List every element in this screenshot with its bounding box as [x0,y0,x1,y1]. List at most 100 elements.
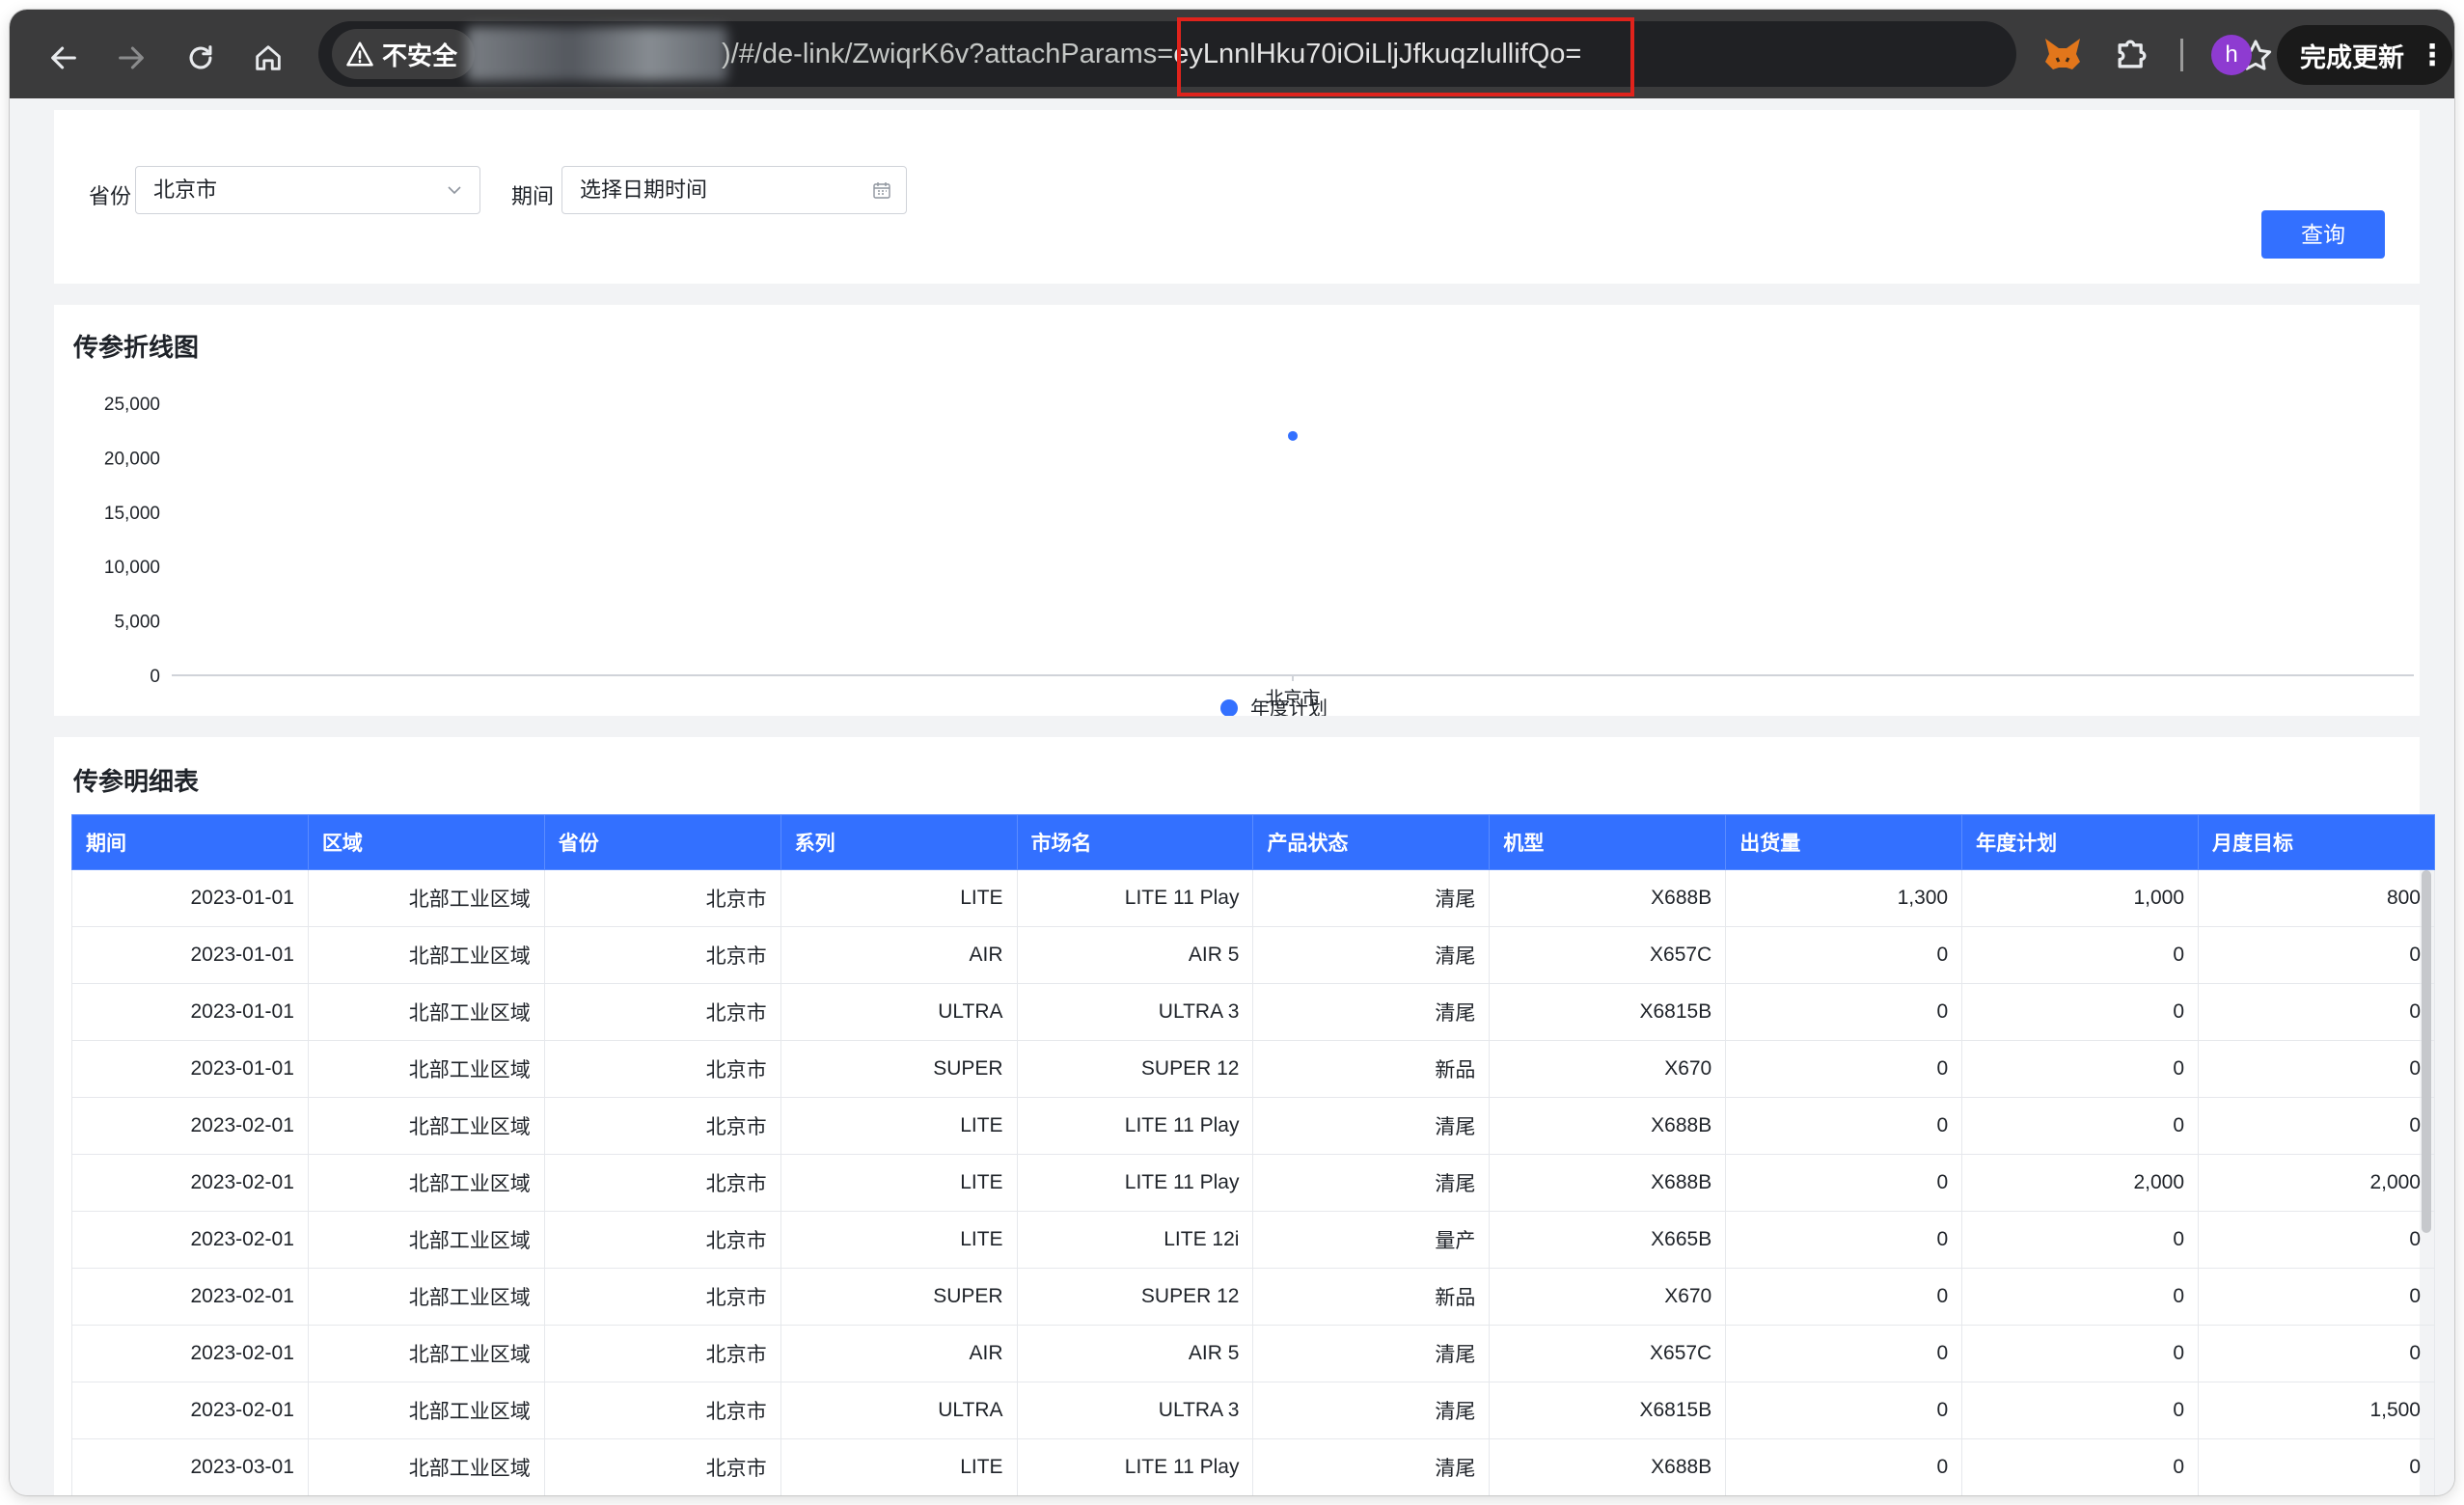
province-select[interactable]: 北京市 [135,166,480,214]
table-cell: 2023-01-01 [71,869,309,927]
security-label: 不安全 [382,41,458,70]
table-cell: 2023-01-01 [71,1040,309,1098]
table-cell: 2023-03-01 [71,1438,309,1495]
table-cell: 1,500 [2198,1382,2435,1439]
table-cell: X6815B [1489,983,1727,1041]
period-picker[interactable]: 选择日期时间 [561,166,907,214]
table-row[interactable]: 2023-01-01 北部工业区域 北京市 AIR AIR 5 清尾 X657C 0 0 0 [71,926,2435,984]
metamask-extension-icon[interactable] [2040,31,2086,77]
table-cell: 0 [2198,1325,2435,1382]
table-row[interactable]: 2023-02-01 北部工业区域 北京市 LITE LITE 11 Play 清尾 X68… [71,1154,2435,1212]
table-cell: 量产 [1252,1211,1491,1269]
table-cell: X665B [1489,1211,1727,1269]
address-bar[interactable]: 不安全 )/#/de-link/ZwiqrK6v?attachParams=ey… [318,21,2272,87]
table-cell: AIR 5 [1016,926,1254,984]
table-scrollbar[interactable] [2422,870,2431,1233]
security-chip[interactable]: 不安全 [332,29,476,79]
column-header[interactable]: 月度目标 [2198,814,2435,870]
table-cell: 北京市 [543,1211,781,1269]
column-header[interactable]: 系列 [780,814,1018,870]
table-cell: 北部工业区域 [307,1211,545,1269]
chart-panel: 传参折线图 25,000 20,000 15,000 10,000 5,000 0 北京市年… [54,305,2420,716]
column-header[interactable]: 省份 [543,814,781,870]
column-header[interactable]: 出货量 [1725,814,1963,870]
table-cell: 清尾 [1252,926,1491,984]
column-header[interactable]: 年度计划 [1961,814,2200,870]
table-cell: 清尾 [1252,869,1491,927]
table-cell: 清尾 [1252,1325,1491,1382]
period-placeholder: 选择日期时间 [580,178,708,202]
column-header[interactable]: 区域 [307,814,545,870]
table-cell: X6815B [1489,1382,1727,1439]
table-cell: 北部工业区域 [307,1382,545,1439]
table-cell: 0 [1725,1438,1963,1495]
column-header[interactable]: 产品状态 [1252,814,1491,870]
more-menu-icon[interactable]: ⋮ [2418,39,2447,72]
table-row[interactable]: 2023-02-01 北部工业区域 北京市 LITE LITE 11 Play 清尾 X68… [71,1097,2435,1155]
column-header[interactable]: 机型 [1489,814,1727,870]
detail-table: 期间 区域 省份 系列 市场名 产品状态 机型 出货量 年度计划 月度目标 2023-01-01 北… [71,814,2435,1495]
table-header-row: 期间 区域 省份 系列 市场名 产品状态 机型 出货量 年度计划 月度目标 [71,814,2435,870]
table-cell: SUPER [780,1040,1018,1098]
table-cell: 北部工业区域 [307,1040,545,1098]
back-arrow-icon [51,46,76,69]
y-tick-label: 20,000 [104,449,160,469]
extensions-puzzle-icon[interactable] [2111,33,2153,75]
table-cell: 北京市 [543,1040,781,1098]
query-button[interactable]: 查询 [2261,210,2385,259]
table-row[interactable]: 2023-02-01 北部工业区域 北京市 SUPER SUPER 12 新品 X670 0 0… [71,1268,2435,1326]
table-cell: 2,000 [2198,1154,2435,1212]
table-cell: 0 [1961,926,2200,984]
table-row[interactable]: 2023-03-01 北部工业区域 北京市 LITE LITE 11 Play 清尾 X68… [71,1438,2435,1495]
table-cell: SUPER 12 [1016,1040,1254,1098]
y-tick-label: 5,000 [114,613,160,633]
table-cell: AIR [780,926,1018,984]
table-row[interactable]: 2023-01-01 北部工业区域 北京市 ULTRA ULTRA 3 清尾 X6815B 0… [71,983,2435,1041]
table-cell: 北部工业区域 [307,1438,545,1495]
table-cell: 2023-02-01 [71,1382,309,1439]
column-header[interactable]: 期间 [71,814,309,870]
table-cell: X670 [1489,1268,1727,1326]
table-row[interactable]: 2023-02-01 北部工业区域 北京市 LITE LITE 12i 量产 X665B 0 0… [71,1211,2435,1269]
table-cell: SUPER [780,1268,1018,1326]
table-cell: LITE [780,869,1018,927]
table-cell: 0 [1725,1382,1963,1439]
update-button[interactable]: 完成更新 ⋮ [2277,25,2452,85]
forward-button[interactable] [104,31,158,85]
table-cell: X688B [1489,1097,1727,1155]
url-path: )/#/de-link/ZwiqrK6v?attachParams= [722,39,1174,69]
table-cell: 清尾 [1252,983,1491,1041]
table-cell: 0 [2198,1211,2435,1269]
back-button[interactable] [37,31,91,85]
reload-button[interactable] [174,31,228,85]
column-header[interactable]: 市场名 [1016,814,1254,870]
table-cell: 0 [1725,926,1963,984]
table-cell: 0 [1725,983,1963,1041]
browser-window: 不安全 )/#/de-link/ZwiqrK6v?attachParams=ey… [10,10,2454,1495]
table-cell: X688B [1489,1438,1727,1495]
table-cell: X670 [1489,1040,1727,1098]
legend-marker [1220,699,1238,716]
url-highlight-box [1177,17,1634,96]
table-body: 2023-01-01 北部工业区域 北京市 LITE LITE 11 Play 清尾 X68… [71,869,2435,1495]
home-button[interactable] [241,31,295,85]
table-cell: LITE [780,1438,1018,1495]
table-row[interactable]: 2023-02-01 北部工业区域 北京市 AIR AIR 5 清尾 X657C 0 0 0 [71,1325,2435,1382]
data-point [1288,430,1298,441]
toolbar-separator [2180,39,2183,71]
table-cell: 北京市 [543,926,781,984]
table-row[interactable]: 2023-01-01 北部工业区域 北京市 SUPER SUPER 12 新品 X670 0 0… [71,1040,2435,1098]
table-row[interactable]: 2023-02-01 北部工业区域 北京市 ULTRA ULTRA 3 清尾 X6815B 0… [71,1382,2435,1439]
detail-table-panel: 传参明细表 期间 区域 省份 系列 市场名 产品状态 机型 出货量 年度计划 月度目标 2023-… [54,737,2435,1495]
table-cell: 2023-02-01 [71,1325,309,1382]
table-cell: 新品 [1252,1040,1491,1098]
table-cell: ULTRA [780,983,1018,1041]
table-cell: LITE [780,1211,1018,1269]
table-row[interactable]: 2023-01-01 北部工业区域 北京市 LITE LITE 11 Play 清尾 X68… [71,869,2435,927]
reload-icon [189,45,212,69]
profile-avatar[interactable]: h [2211,35,2252,75]
url-redacted [467,27,727,81]
table-cell: 0 [1961,1325,2200,1382]
table-cell: LITE 12i [1016,1211,1254,1269]
table-cell: 北部工业区域 [307,983,545,1041]
